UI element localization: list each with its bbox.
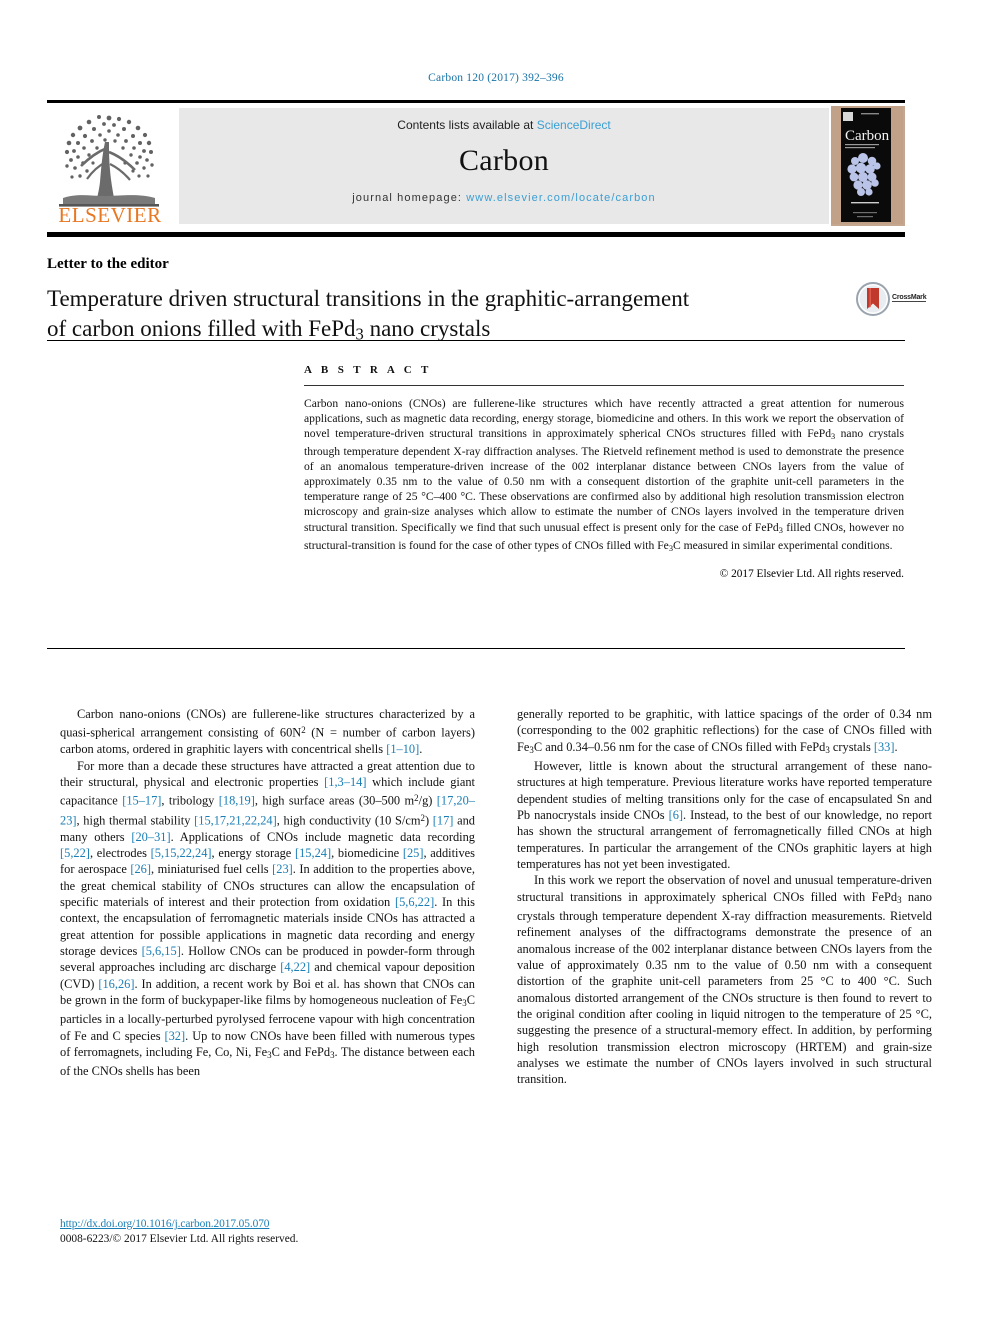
citation-link[interactable]: [5,15,22,24]: [151, 846, 212, 860]
journal-masthead: ELSEVIER Contents lists available at Sci…: [47, 106, 905, 227]
abstract-part-1: Carbon nano-onions (CNOs) are fullerene-…: [304, 397, 904, 441]
body-right-column: generally reported to be graphitic, with…: [517, 706, 932, 1088]
title-line-1: Temperature driven structural transition…: [47, 286, 690, 311]
citation-link[interactable]: [4,22]: [280, 960, 310, 974]
citation-link[interactable]: [23]: [272, 862, 293, 876]
article-page: Carbon 120 (2017) 392–396 ELSEVIER Conte…: [0, 0, 992, 1323]
abstract-section: A B S T R A C T Carbon nano-onions (CNOs…: [304, 364, 904, 580]
lp2-o: , miniaturised fuel cells: [151, 862, 273, 877]
right-paragraph-1: generally reported to be graphitic, with…: [517, 706, 932, 758]
lp2-g: , high conductivity (10 S/cm: [276, 813, 421, 828]
lp2-j: . Applications of CNOs include magnetic …: [170, 829, 476, 844]
lp2-m: , biomedicine: [331, 845, 403, 860]
left-paragraph-2: For more than a decade these structures …: [60, 758, 475, 1080]
title-line-2-prefix: of carbon onions filled with FePd: [47, 316, 356, 341]
elsevier-wordmark: ELSEVIER: [58, 203, 162, 227]
lp2-l: , energy storage: [211, 845, 295, 860]
abstract-part-2: nano crystals through temperature depend…: [304, 427, 904, 534]
lp2-d: , high surface areas (30–500 m: [254, 794, 415, 809]
rp1-c: crystals: [829, 739, 874, 754]
crossmark-badge-icon[interactable]: CrossMark: [856, 282, 952, 316]
citation-link[interactable]: [18,19]: [219, 794, 255, 808]
citation-link[interactable]: [16,26]: [98, 977, 134, 991]
left-paragraph-1: Carbon nano-onions (CNOs) are fullerene-…: [60, 706, 475, 758]
right-paragraph-3: In this work we report the observation o…: [517, 872, 932, 1087]
contents-prefix-text: Contents lists available at: [397, 118, 537, 132]
abstract-part-4: C measured in similar experimental condi…: [672, 538, 893, 552]
citation-link[interactable]: [15–17]: [122, 794, 161, 808]
abstract-bottom-rule: [47, 648, 905, 649]
crossmark-label: CrossMark: [892, 294, 927, 302]
citation-link[interactable]: [17]: [433, 813, 454, 827]
contents-available-line: Contents lists available at ScienceDirec…: [179, 118, 829, 132]
contents-band: Contents lists available at ScienceDirec…: [179, 108, 829, 224]
citation-link[interactable]: [1–10]: [386, 742, 419, 756]
citation-link[interactable]: [5,6,15]: [142, 944, 181, 958]
title-line-2-suffix: nano crystals: [363, 316, 491, 341]
abstract-copyright: © 2017 Elsevier Ltd. All rights reserved…: [719, 568, 904, 581]
lp2-e: /g): [418, 794, 437, 809]
homepage-prefix-text: journal homepage:: [352, 192, 467, 204]
abstract-heading: A B S T R A C T: [304, 364, 432, 376]
masthead-bottom-rule: [47, 232, 905, 237]
lp2-h: ): [424, 813, 433, 828]
citation-link[interactable]: [33]: [874, 740, 895, 754]
rp1-b: C and 0.34–0.56 nm for the case of CNOs …: [533, 739, 826, 754]
journal-cover-thumbnail: Carbon: [831, 106, 905, 226]
sciencedirect-link[interactable]: ScienceDirect: [537, 118, 611, 132]
citation-link[interactable]: [15,17,21,22,24]: [194, 813, 277, 827]
doi-link[interactable]: http://dx.doi.org/10.1016/j.carbon.2017.…: [60, 1218, 560, 1230]
issn-copyright-line: 0008-6223/© 2017 Elsevier Ltd. All right…: [60, 1233, 299, 1245]
citation-link[interactable]: [5,22]: [60, 846, 90, 860]
abstract-text: Carbon nano-onions (CNOs) are fullerene-…: [304, 396, 904, 555]
journal-homepage-link[interactable]: www.elsevier.com/locate/carbon: [466, 192, 656, 204]
lp2-k: , electrodes: [89, 845, 151, 860]
rp3-b: nano crystals through temperature depend…: [517, 889, 933, 1087]
citation-link[interactable]: [26]: [130, 862, 151, 876]
abstract-top-rule: [47, 340, 905, 341]
article-type-label: Letter to the editor: [47, 256, 169, 272]
lp2-w: C and FePd: [271, 1045, 331, 1060]
masthead-top-rule: [47, 100, 905, 103]
right-paragraph-2: However, little is known about the struc…: [517, 758, 932, 872]
article-body: Carbon nano-onions (CNOs) are fullerene-…: [60, 706, 932, 1088]
journal-homepage-line: journal homepage: www.elsevier.com/locat…: [179, 192, 829, 204]
lp2-c: , tribology: [161, 794, 219, 809]
running-head: Carbon 120 (2017) 392–396: [428, 72, 564, 84]
rp1-d: .: [894, 739, 898, 754]
lp2-f: , high thermal stability: [76, 813, 195, 828]
page-footer: http://dx.doi.org/10.1016/j.carbon.2017.…: [60, 1218, 560, 1245]
citation-link[interactable]: [6]: [669, 808, 683, 822]
lp1-c: .: [419, 742, 423, 757]
rp3-a: In this work we report the observation o…: [517, 873, 932, 904]
svg-text:Carbon: Carbon: [845, 128, 890, 144]
citation-link[interactable]: [5,6,22]: [395, 895, 434, 909]
citation-link[interactable]: [15,24]: [295, 846, 331, 860]
elsevier-tree-icon: ELSEVIER: [47, 108, 171, 227]
citation-link[interactable]: [32]: [164, 1029, 185, 1043]
abstract-heading-rule: [304, 385, 904, 386]
citation-link[interactable]: [1,3–14]: [324, 775, 366, 789]
citation-link[interactable]: [25]: [403, 846, 424, 860]
journal-title: Carbon: [458, 144, 550, 177]
citation-link[interactable]: [20–31]: [131, 830, 170, 844]
body-left-column: Carbon nano-onions (CNOs) are fullerene-…: [60, 706, 475, 1088]
